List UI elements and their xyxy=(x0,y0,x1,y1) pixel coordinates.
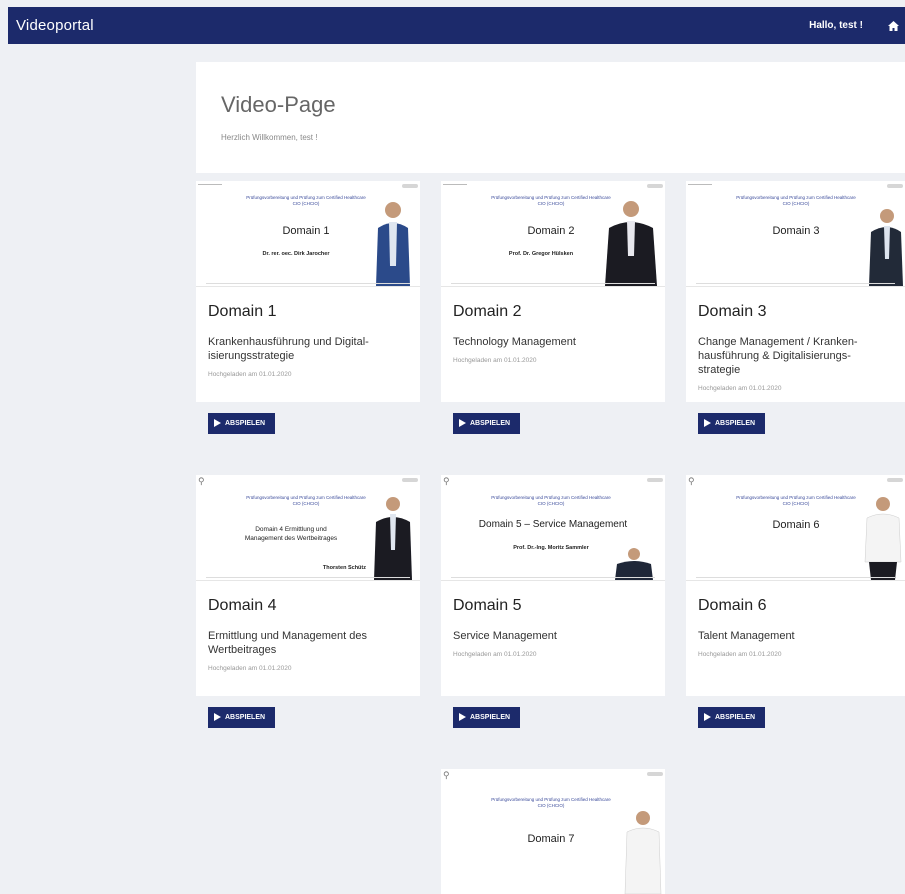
play-icon xyxy=(459,419,466,427)
card-subtitle: Ermittlung und Management des Wertbeitra… xyxy=(208,630,367,656)
card-title: Domain 2 xyxy=(453,303,522,320)
card-footer: ABSPIELEN xyxy=(196,696,420,738)
slide-domain-title: Domain 7 xyxy=(527,833,575,845)
home-icon[interactable] xyxy=(885,18,901,34)
card-footer: ABSPIELEN xyxy=(441,696,665,738)
play-button[interactable]: ABSPIELEN xyxy=(698,706,766,728)
speaker-figure xyxy=(864,497,902,580)
play-button[interactable]: ABSPIELEN xyxy=(453,412,521,434)
play-icon xyxy=(459,713,466,721)
play-button[interactable]: ABSPIELEN xyxy=(698,412,766,434)
search-icon: ⚲ xyxy=(443,476,450,486)
card-footer: ABSPIELEN xyxy=(686,402,905,444)
user-greeting[interactable]: Hallo, test ! xyxy=(809,20,863,31)
upload-date: Hochgeladen am 01.01.2020 xyxy=(208,371,292,378)
video-card-domain-4: ⚲ Prüfungsvorbereitung und Prüfung zum C… xyxy=(196,475,420,738)
video-thumbnail[interactable]: ⚲ Prüfungsvorbereitung und Prüfung zum C… xyxy=(686,475,905,581)
speaker-figure xyxy=(615,548,653,580)
slide-heading: Prüfungsvorbereitung und Prüfung zum Cer… xyxy=(246,195,366,206)
speaker-figure xyxy=(374,497,412,580)
card-title: Domain 3 xyxy=(698,303,767,320)
slide-heading: Prüfungsvorbereitung und Prüfung zum Cer… xyxy=(736,495,856,506)
slide-domain-title: Domain 5 – Service Management xyxy=(478,519,628,530)
play-icon xyxy=(704,419,711,427)
video-card-domain-6: ⚲ Prüfungsvorbereitung und Prüfung zum C… xyxy=(686,475,905,738)
card-subtitle: Technology Management xyxy=(453,336,576,348)
search-icon: ⚲ xyxy=(198,476,205,486)
play-button-label: ABSPIELEN xyxy=(470,713,511,721)
video-thumbnail[interactable]: Prüfungsvorbereitung und Prüfung zum Cer… xyxy=(196,181,420,287)
slide-domain-title: Domain 4 Ermittlung und Management des W… xyxy=(244,526,338,542)
slide-heading: Prüfungsvorbereitung und Prüfung zum Cer… xyxy=(491,797,611,808)
slide-domain-title: Domain 6 xyxy=(772,519,820,531)
card-footer: ABSPIELEN xyxy=(196,402,420,444)
speaker-figure xyxy=(624,811,662,894)
play-button-label: ABSPIELEN xyxy=(225,419,266,427)
play-button-label: ABSPIELEN xyxy=(470,419,511,427)
video-thumbnail[interactable]: ⚲ Prüfungsvorbereitung und Prüfung zum C… xyxy=(196,475,420,581)
play-button[interactable]: ABSPIELEN xyxy=(208,706,276,728)
brand-link[interactable]: Videoportal xyxy=(16,17,94,34)
slide-heading: Prüfungsvorbereitung und Prüfung zum Cer… xyxy=(246,495,366,506)
video-card-domain-1: Prüfungsvorbereitung und Prüfung zum Cer… xyxy=(196,181,420,444)
upload-date: Hochgeladen am 01.01.2020 xyxy=(453,651,537,658)
upload-date: Hochgeladen am 01.01.2020 xyxy=(453,357,537,364)
play-button-label: ABSPIELEN xyxy=(715,713,756,721)
speaker-figure xyxy=(605,201,657,286)
play-icon xyxy=(704,713,711,721)
slide-speaker: Thorsten Schütz xyxy=(322,565,366,571)
search-icon: ⚲ xyxy=(688,476,695,486)
play-button[interactable]: ABSPIELEN xyxy=(453,706,521,728)
video-thumbnail[interactable]: ⚲ Prüfungsvorbereitung und Prüfung zum C… xyxy=(441,475,665,581)
slide-domain-title: Domain 1 xyxy=(282,225,330,237)
card-subtitle: Talent Management xyxy=(698,630,795,642)
welcome-text: Herzlich Willkommen, test ! xyxy=(221,133,318,142)
page-title: Video-Page xyxy=(221,92,336,117)
intro-panel: Video-Page Herzlich Willkommen, test ! xyxy=(196,62,905,173)
card-title: Domain 6 xyxy=(698,597,767,614)
video-card-domain-2: Prüfungsvorbereitung und Prüfung zum Cer… xyxy=(441,181,665,444)
upload-date: Hochgeladen am 01.01.2020 xyxy=(698,385,782,392)
video-thumbnail[interactable]: ⚲ Prüfungsvorbereitung und Prüfung zum C… xyxy=(441,769,665,894)
slide-domain-title: Domain 3 xyxy=(772,225,820,237)
search-icon: ⚲ xyxy=(443,770,450,780)
card-subtitle: Change Management / Kranken-hausführung … xyxy=(698,336,858,376)
top-navbar: Videoportal Hallo, test ! xyxy=(8,7,905,44)
card-subtitle: Service Management xyxy=(453,630,557,642)
slide-domain-title: Domain 2 xyxy=(527,225,575,237)
card-title: Domain 5 xyxy=(453,597,522,614)
card-subtitle: Krankenhausführung und Digital-isierungs… xyxy=(208,336,369,362)
speaker-figure xyxy=(869,209,903,286)
card-footer: ABSPIELEN xyxy=(441,402,665,444)
card-title: Domain 4 xyxy=(208,597,277,614)
video-card-domain-7: ⚲ Prüfungsvorbereitung und Prüfung zum C… xyxy=(441,769,665,894)
play-icon xyxy=(214,419,221,427)
speaker-figure xyxy=(376,202,410,286)
video-card-domain-5: ⚲ Prüfungsvorbereitung und Prüfung zum C… xyxy=(441,475,665,738)
play-button-label: ABSPIELEN xyxy=(715,419,756,427)
play-button-label: ABSPIELEN xyxy=(225,713,266,721)
video-thumbnail[interactable]: Prüfungsvorbereitung und Prüfung zum Cer… xyxy=(686,181,905,287)
video-thumbnail[interactable]: Prüfungsvorbereitung und Prüfung zum Cer… xyxy=(441,181,665,287)
card-title: Domain 1 xyxy=(208,303,277,320)
slide-speaker: Prof. Dr.-Ing. Moritz Sammler xyxy=(513,545,589,551)
card-footer: ABSPIELEN xyxy=(686,696,905,738)
slide-speaker: Dr. rer. oec. Dirk Jarocher xyxy=(262,251,330,257)
play-icon xyxy=(214,713,221,721)
navbar-right: Hallo, test ! xyxy=(809,18,905,34)
play-button[interactable]: ABSPIELEN xyxy=(208,412,276,434)
slide-heading: Prüfungsvorbereitung und Prüfung zum Cer… xyxy=(491,195,611,206)
slide-heading: Prüfungsvorbereitung und Prüfung zum Cer… xyxy=(491,495,611,506)
slide-heading: Prüfungsvorbereitung und Prüfung zum Cer… xyxy=(736,195,856,206)
video-card-domain-3: Prüfungsvorbereitung und Prüfung zum Cer… xyxy=(686,181,905,444)
upload-date: Hochgeladen am 01.01.2020 xyxy=(208,665,292,672)
slide-speaker: Prof. Dr. Gregor Hülsken xyxy=(508,251,574,257)
main-content: Video-Page Herzlich Willkommen, test ! P… xyxy=(196,62,905,894)
upload-date: Hochgeladen am 01.01.2020 xyxy=(698,651,782,658)
